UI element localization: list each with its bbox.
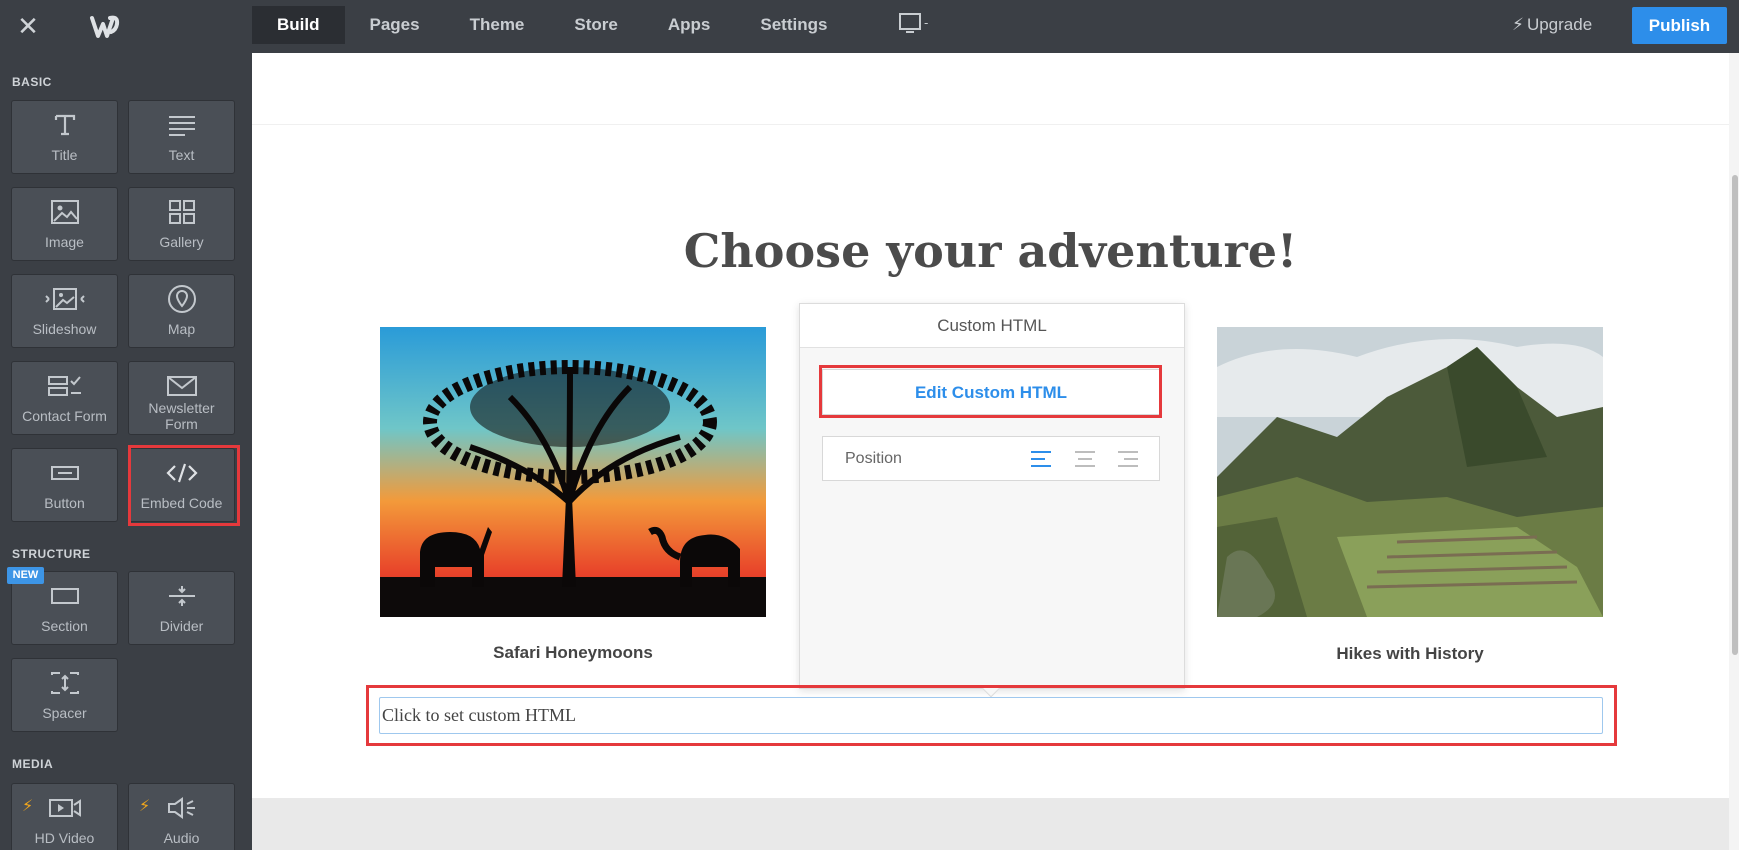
page-header-area[interactable] (252, 53, 1729, 125)
embed-code-highlight (128, 445, 240, 526)
weebly-logo-icon[interactable] (88, 10, 122, 44)
section-label-structure: STRUCTURE (12, 547, 91, 561)
main-nav: Build Pages Theme Store Apps Settings (252, 6, 852, 44)
section-label-basic: BASIC (12, 75, 52, 89)
tile-label: Button (44, 495, 85, 511)
custom-html-popup: Custom HTML Edit Custom HTML Position (799, 303, 1185, 689)
video-icon (48, 799, 81, 817)
tile-label: HD Video (34, 830, 95, 846)
tab-apps[interactable]: Apps (643, 6, 736, 44)
gallery-grid-icon (168, 200, 195, 224)
image-icon (50, 200, 79, 224)
tile-contact-form[interactable]: Contact Form (11, 361, 118, 435)
tile-label: Text (168, 147, 195, 163)
tab-theme[interactable]: Theme (445, 6, 550, 44)
popup-title: Custom HTML (800, 304, 1184, 348)
site-page: Choose your adventure! Safari Honeymoons… (252, 53, 1729, 798)
edit-button-highlight (819, 365, 1162, 418)
tile-gallery[interactable]: Gallery (128, 187, 235, 261)
tile-hd-video[interactable]: ⚡ HD Video (11, 783, 118, 850)
mountain-ruins-image (1217, 327, 1603, 617)
machu-picchu-photo[interactable] (1217, 327, 1603, 617)
top-bar: ✕ Build Pages Theme Store Apps Settings … (0, 0, 1739, 53)
tile-newsletter-form[interactable]: Newsletter Form (128, 361, 235, 435)
desktop-device-icon[interactable]: - (898, 12, 934, 38)
caption-hikes[interactable]: Hikes with History (1217, 644, 1603, 664)
map-pin-icon (167, 285, 196, 313)
align-center-icon[interactable] (1073, 450, 1097, 468)
speaker-icon (167, 797, 195, 819)
tile-spacer[interactable]: Spacer (11, 658, 118, 732)
tile-audio[interactable]: ⚡ Audio (128, 783, 235, 850)
tile-button[interactable]: Button (11, 448, 118, 522)
divider-icon (168, 586, 195, 606)
caption-safari[interactable]: Safari Honeymoons (380, 643, 766, 663)
publish-button[interactable]: Publish (1632, 7, 1727, 44)
lightning-icon: ⚡ (1512, 15, 1524, 34)
section-icon (50, 588, 79, 604)
align-right-icon[interactable] (1116, 450, 1140, 468)
position-row: Position (822, 436, 1160, 481)
element-sidebar: BASIC Title Text Image Gallery Slideshow… (0, 53, 252, 850)
close-icon[interactable]: ✕ (14, 12, 42, 40)
align-left-icon[interactable] (1029, 450, 1053, 468)
section-label-media: MEDIA (12, 757, 54, 771)
safari-photo[interactable] (380, 327, 766, 617)
tile-label: Slideshow (32, 321, 97, 337)
contact-form-icon (47, 376, 81, 396)
title-t-icon (54, 114, 75, 136)
upgrade-link[interactable]: ⚡ Upgrade (1512, 12, 1592, 38)
device-dropdown-marker: - (924, 16, 928, 30)
tile-label-line2: Form (165, 416, 198, 432)
tile-label: Newsletter Form (129, 400, 234, 432)
button-icon (50, 466, 79, 480)
tile-label: Map (167, 321, 196, 337)
tile-label: Image (45, 234, 84, 250)
custom-html-highlight (366, 685, 1617, 746)
page-heading[interactable]: Choose your adventure! (252, 224, 1729, 278)
slideshow-icon (44, 288, 85, 310)
new-badge: NEW (7, 567, 44, 584)
tile-label: Audio (163, 830, 200, 846)
tile-label: Divider (159, 618, 204, 634)
tile-label: Section (41, 618, 88, 634)
tile-label: Spacer (42, 705, 87, 721)
tile-label: Gallery (159, 234, 204, 250)
position-label: Position (845, 450, 902, 467)
tab-build[interactable]: Build (252, 6, 345, 44)
tab-pages[interactable]: Pages (345, 6, 445, 44)
envelope-icon (166, 376, 197, 396)
spacer-icon (50, 672, 79, 694)
scrollbar-thumb[interactable] (1732, 175, 1738, 655)
tile-label: Contact Form (22, 408, 107, 424)
editor-canvas: Choose your adventure! Safari Honeymoons… (252, 53, 1729, 850)
tile-title[interactable]: Title (11, 100, 118, 174)
tile-label-line1: Newsletter (148, 400, 215, 416)
text-lines-icon (168, 116, 195, 136)
safari-sunset-image (380, 327, 766, 617)
tile-map[interactable]: Map (128, 274, 235, 348)
tile-slideshow[interactable]: Slideshow (11, 274, 118, 348)
tile-label: Title (51, 147, 78, 163)
upgrade-label: Upgrade (1526, 15, 1593, 34)
tile-text[interactable]: Text (128, 100, 235, 174)
tab-settings[interactable]: Settings (735, 6, 852, 44)
tile-divider[interactable]: Divider (128, 571, 235, 645)
tile-image[interactable]: Image (11, 187, 118, 261)
tab-store[interactable]: Store (549, 6, 642, 44)
